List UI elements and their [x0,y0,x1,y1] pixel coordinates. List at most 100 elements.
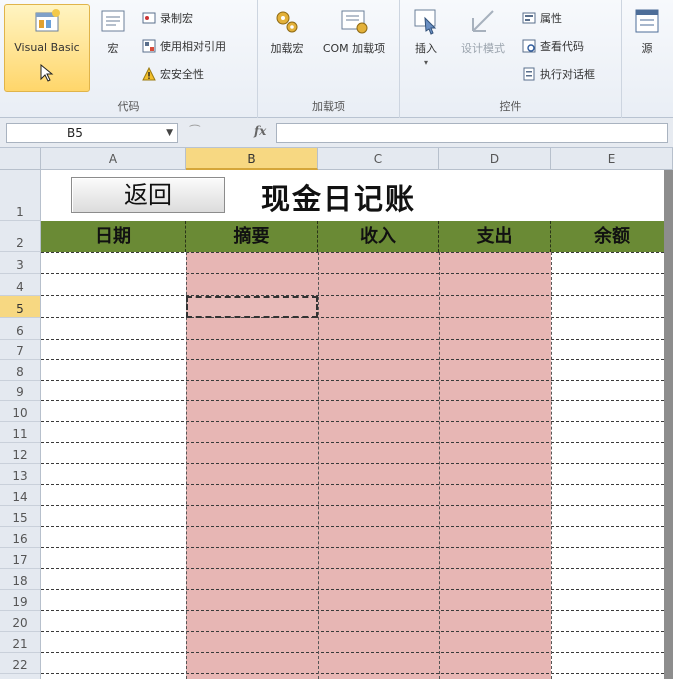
back-button[interactable]: 返回 [71,177,225,213]
column-border [318,252,319,679]
row-header[interactable]: 6 [0,318,41,340]
macros-label: 宏 [107,42,119,55]
column-header-e[interactable]: E [551,148,673,170]
row-header[interactable]: 22 [0,653,41,674]
header-expense[interactable]: 支出 [439,221,551,252]
formula-input[interactable] [276,123,668,143]
row-border [41,652,664,653]
row-header[interactable]: 17 [0,548,41,569]
macro-security-label: 宏安全性 [160,68,204,81]
row-header[interactable]: 3 [0,252,41,274]
row-border [41,526,664,527]
active-cell-b5[interactable] [186,296,318,318]
row-header[interactable]: 13 [0,464,41,485]
name-box-dropdown-icon[interactable]: ▼ [166,124,173,142]
ribbon: Visual Basic 宏 录制宏 使用相对引用 宏安全性 代码 加载宏 CO… [0,0,673,118]
properties-icon [522,12,536,24]
insert-function-button[interactable]: fx [254,124,266,138]
properties-button[interactable]: 属性 [522,10,562,26]
header-date[interactable]: 日期 [41,221,186,252]
insert-control-icon [414,9,437,35]
source-button[interactable]: 源 [630,4,664,58]
row-border [41,631,664,632]
addins-group-label: 加载项 [312,100,345,113]
row-border [41,359,664,360]
row-header[interactable]: 19 [0,590,41,611]
relative-reference-label: 使用相对引用 [160,40,226,53]
row-border [41,295,664,296]
header-income[interactable]: 收入 [318,221,439,252]
visual-basic-label: Visual Basic [14,41,80,54]
com-addins-button[interactable]: COM 加载项 [314,4,394,58]
row-header-partial[interactable] [0,674,41,679]
select-all-corner[interactable] [0,148,41,170]
row-header[interactable]: 5 [0,296,41,318]
xml-group: 源 [622,0,673,118]
macros-icon [101,10,125,32]
row-header[interactable]: 11 [0,422,41,443]
com-addins-label: COM 加载项 [322,42,386,55]
visual-basic-button[interactable]: Visual Basic [4,4,90,92]
name-box[interactable]: B5 ▼ [6,123,178,143]
properties-label: 属性 [540,12,562,25]
sheet-right-edge [664,170,673,679]
row-header[interactable]: 21 [0,632,41,653]
row-border [41,484,664,485]
column-header-a[interactable]: A [41,148,186,170]
row-header[interactable]: 9 [0,381,41,401]
row-header[interactable]: 10 [0,401,41,422]
design-mode-button[interactable]: 设计模式 [452,4,514,58]
macros-button[interactable]: 宏 [96,4,130,58]
design-mode-label: 设计模式 [461,42,505,55]
formula-bar: B5 ▼ ⁀ fx [0,118,673,148]
row-border [41,380,664,381]
insert-control-label: 插入 [415,42,437,55]
addins-button[interactable]: 加载宏 [264,4,310,58]
com-addins-icon [341,10,368,34]
row-header[interactable]: 2 [0,221,41,252]
column-header-b[interactable]: B [186,148,318,170]
addins-group: 加载宏 COM 加载项 加载项 [258,0,400,118]
design-mode-icon [472,10,494,32]
gears-icon [276,11,298,33]
row-border [41,568,664,569]
relative-reference-icon [142,39,156,53]
title-row: 返回 现金日记账 [41,170,673,219]
row-header[interactable]: 16 [0,527,41,548]
insert-control-button[interactable]: 插入 ▾ [406,4,446,69]
row-border [41,442,664,443]
visual-basic-icon [35,9,60,32]
source-label: 源 [641,42,653,55]
row-header[interactable]: 1 [0,170,41,221]
formula-scroll-icon: ⁀ [190,125,200,139]
row-header[interactable]: 14 [0,485,41,506]
record-macro-button[interactable]: 录制宏 [142,10,193,26]
row-header[interactable]: 15 [0,506,41,527]
row-header[interactable]: 20 [0,611,41,632]
row-header[interactable]: 4 [0,274,41,296]
row-header[interactable]: 7 [0,340,41,360]
column-border [551,252,552,679]
run-dialog-icon [523,67,535,81]
row-border [41,463,664,464]
header-summary[interactable]: 摘要 [186,221,318,252]
row-header[interactable]: 8 [0,360,41,381]
addins-label: 加载宏 [270,42,304,55]
row-border [41,252,664,253]
macro-security-button[interactable]: 宏安全性 [142,66,204,82]
header-balance[interactable]: 余额 [551,221,673,252]
column-border [439,252,440,679]
row-header[interactable]: 12 [0,443,41,464]
view-code-button[interactable]: 查看代码 [522,38,584,54]
run-dialog-button[interactable]: 执行对话框 [522,66,595,82]
column-header-d[interactable]: D [439,148,551,170]
relative-reference-button[interactable]: 使用相对引用 [142,38,226,54]
view-code-label: 查看代码 [540,40,584,53]
controls-group-label: 控件 [499,100,522,113]
source-icon [635,9,659,33]
column-header-c[interactable]: C [318,148,439,170]
record-macro-label: 录制宏 [160,12,193,25]
warning-icon [142,67,156,81]
row-border [41,421,664,422]
row-header[interactable]: 18 [0,569,41,590]
